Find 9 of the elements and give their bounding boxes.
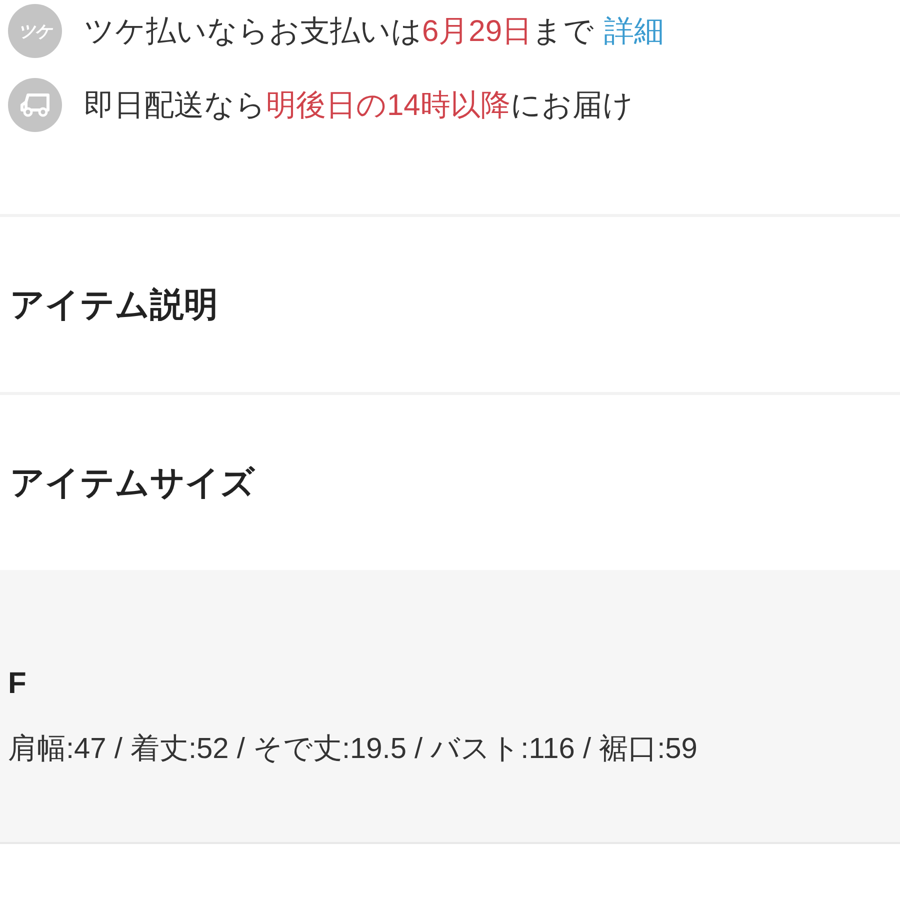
truck-icon [8, 78, 62, 132]
section-heading: アイテムサイズ [10, 462, 255, 504]
info-text: 即日配送なら 明後日の14時以降にお届け [84, 88, 634, 124]
details-link[interactable]: 詳細 [604, 14, 664, 48]
section-heading: アイテム説明 [10, 284, 218, 326]
tsuke-icon: ツケ [8, 4, 62, 58]
measurements-text: 肩幅:47 / 着丈:52 / そで丈:19.5 / バスト:116 / 裾口:59 [8, 732, 698, 767]
info-text: ツケ払いならお支払いは6月29日 まで 詳細 [84, 14, 664, 50]
size-label: F [8, 667, 28, 701]
